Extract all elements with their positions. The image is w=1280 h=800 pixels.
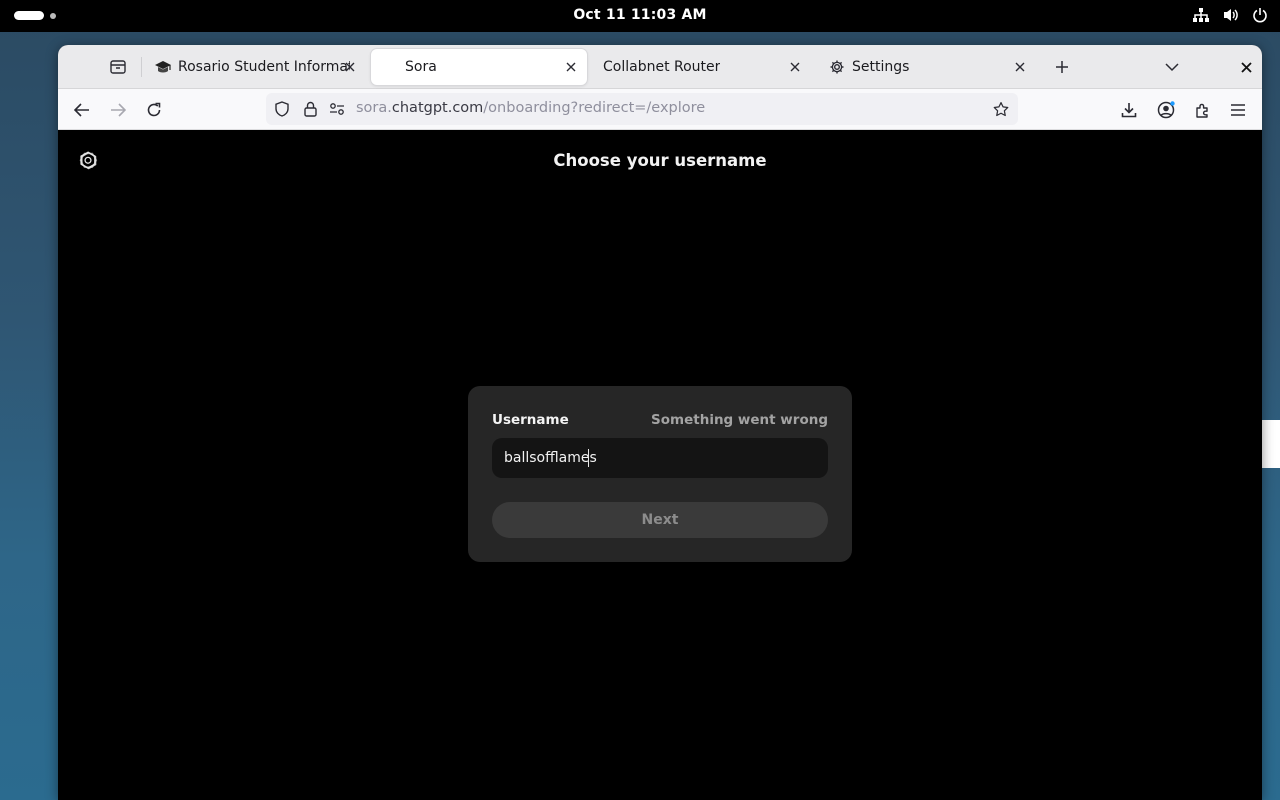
system-tray[interactable] [1192,7,1268,23]
url-text[interactable]: sora.chatgpt.com/onboarding?redirect=/ex… [356,100,705,116]
forward-arrow-icon[interactable] [105,97,131,123]
tab-title: Settings [852,59,910,75]
url-host: chatgpt.com [391,100,484,116]
navigation-toolbar: sora.chatgpt.com/onboarding?redirect=/ex… [58,89,1262,130]
new-tab-icon[interactable] [1052,59,1072,75]
volume-icon [1222,7,1240,23]
username-card: Username Something went wrong Next [468,386,852,562]
close-window-icon[interactable] [1236,59,1256,75]
site-permissions-icon[interactable] [329,101,345,117]
tab-collabnet[interactable]: Collabnet Router [593,49,811,85]
sora-onboarding-page: Choose your username Username Something … [58,130,1262,800]
close-tab-icon[interactable] [342,59,358,75]
tab-title: Rosario Student Informati [178,59,350,75]
text-cursor [588,449,589,467]
power-icon [1252,7,1268,23]
list-tabs-chevron-down-icon[interactable] [1162,59,1182,75]
tab-separator [141,57,142,77]
url-bar[interactable]: sora.chatgpt.com/onboarding?redirect=/ex… [266,93,1018,125]
lock-icon[interactable] [302,101,318,117]
browser-window: Rosario Student Informati Sora Collabnet… [58,45,1262,800]
account-icon[interactable] [1153,97,1179,123]
error-message: Something went wrong [651,412,828,428]
close-tab-icon[interactable] [1012,59,1028,75]
downloads-icon[interactable] [1116,97,1142,123]
bookmark-star-icon[interactable] [993,101,1009,117]
next-button[interactable]: Next [492,502,828,538]
hamburger-menu-icon[interactable] [1225,97,1251,123]
tab-title: Sora [405,59,437,75]
close-tab-icon[interactable] [563,59,579,75]
graduation-cap-icon [154,58,172,76]
gear-icon [828,58,846,76]
background-window-edge [1262,420,1280,468]
reload-icon[interactable] [141,97,167,123]
network-icon [1192,7,1210,23]
system-top-bar: Oct 11 11:03 AM [0,0,1280,32]
page-title: Choose your username [553,151,767,170]
username-input[interactable] [492,438,828,478]
blank-favicon [381,58,399,76]
username-label: Username [492,412,569,428]
tab-sora[interactable]: Sora [371,49,587,85]
tab-title: Collabnet Router [603,59,721,75]
shield-icon[interactable] [274,101,290,117]
tab-rosario[interactable]: Rosario Student Informati [144,49,364,85]
tab-overview-icon[interactable] [108,58,128,76]
extensions-icon[interactable] [1189,97,1215,123]
url-path: /onboarding?redirect=/explore [483,100,706,116]
tab-bar: Rosario Student Informati Sora Collabnet… [58,45,1262,89]
clock[interactable]: Oct 11 11:03 AM [0,7,1280,23]
tab-settings[interactable]: Settings [818,49,1036,85]
close-tab-icon[interactable] [787,59,803,75]
back-arrow-icon[interactable] [69,97,95,123]
url-prefix: sora. [356,100,392,116]
